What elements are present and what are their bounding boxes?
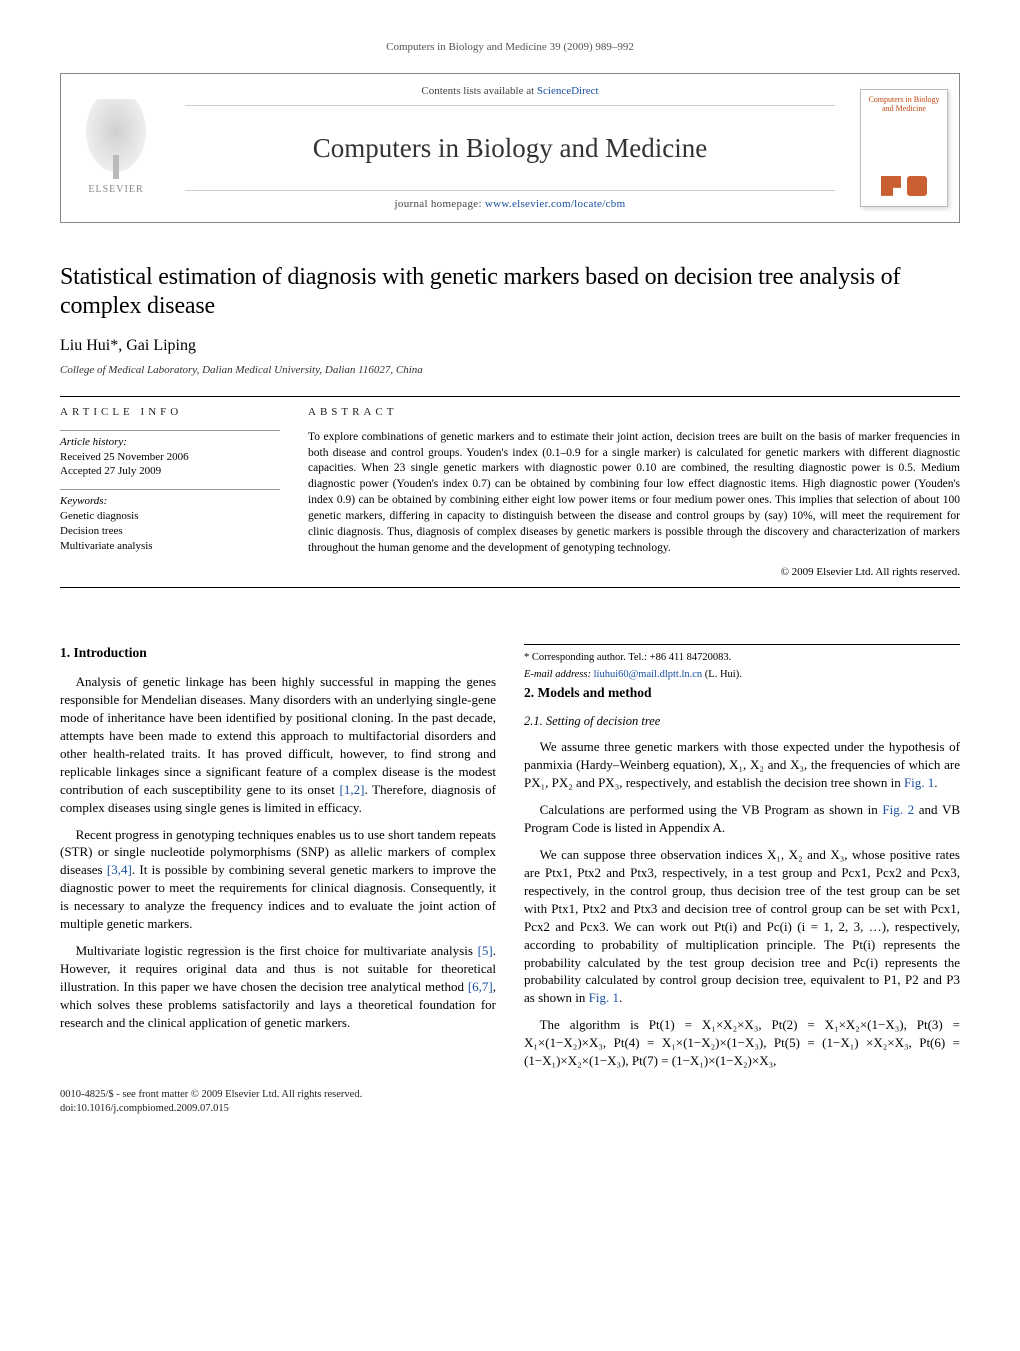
text-run: Multivariate logistic regression is the … — [76, 943, 478, 958]
body-paragraph: We can suppose three observation indices… — [524, 846, 960, 1007]
email-tail: (L. Hui). — [702, 669, 742, 680]
citation-link[interactable]: [5] — [478, 943, 493, 958]
corresponding-email-line: E-mail address: liuhui60@mail.dlptt.ln.c… — [524, 668, 960, 682]
elsevier-tree-icon — [81, 99, 151, 179]
citation-link[interactable]: [3,4] — [107, 862, 132, 877]
abstract-heading: ABSTRACT — [308, 405, 960, 420]
citation-link[interactable]: [6,7] — [468, 979, 493, 994]
citation-link[interactable]: [1,2] — [340, 782, 365, 797]
body-paragraph: Analysis of genetic linkage has been hig… — [60, 673, 496, 817]
received-date: Received 25 November 2006 — [60, 450, 280, 465]
figure-link[interactable]: Fig. 1 — [904, 775, 934, 790]
contents-lists-prefix: Contents lists available at — [421, 85, 536, 97]
journal-homepage-line: journal homepage: www.elsevier.com/locat… — [185, 190, 835, 212]
article-title: Statistical estimation of diagnosis with… — [60, 263, 960, 322]
text-run: We assume three genetic markers with tho… — [524, 739, 960, 790]
journal-masthead: ELSEVIER Contents lists available at Sci… — [60, 73, 960, 223]
keyword: Multivariate analysis — [60, 539, 280, 554]
corresponding-author-line: * Corresponding author. Tel.: +86 411 84… — [524, 651, 960, 665]
cover-glyph-icon — [881, 176, 901, 196]
info-abstract-row: ARTICLE INFO Article history: Received 2… — [60, 405, 960, 580]
divider — [60, 396, 960, 397]
article-history-label: Article history: — [60, 430, 280, 450]
abstract-text: To explore combinations of genetic marke… — [308, 430, 960, 557]
abstract-column: ABSTRACT To explore combinations of gene… — [308, 405, 960, 580]
body-paragraph: Calculations are performed using the VB … — [524, 801, 960, 837]
text-run: We can suppose three observation indices… — [524, 847, 960, 1006]
text-run: Calculations are performed using the VB … — [540, 802, 883, 817]
body-paragraph: The algorithm is Pt(1) = X₁×X₂×X₃, Pt(2)… — [524, 1016, 960, 1070]
article-info-column: ARTICLE INFO Article history: Received 2… — [60, 405, 280, 580]
article-history-block: Article history: Received 25 November 20… — [60, 430, 280, 480]
body-paragraph: Recent progress in genotyping techniques… — [60, 826, 496, 934]
keywords-block: Keywords: Genetic diagnosis Decision tre… — [60, 489, 280, 553]
author-email-link[interactable]: liuhui60@mail.dlptt.ln.cn — [594, 669, 703, 680]
figure-link[interactable]: Fig. 2 — [882, 802, 914, 817]
text-run: . — [934, 775, 937, 790]
publisher-name: ELSEVIER — [88, 183, 143, 197]
keywords-label: Keywords: — [60, 489, 280, 509]
section-1-heading: 1. Introduction — [60, 644, 496, 663]
doi-line: doi:10.1016/j.compbiomed.2009.07.015 — [60, 1102, 960, 1116]
section-2-heading: 2. Models and method — [524, 684, 960, 703]
sciencedirect-link[interactable]: ScienceDirect — [537, 85, 599, 97]
text-run: . — [619, 990, 622, 1005]
journal-title: Computers in Biology and Medicine — [185, 130, 835, 166]
running-head: Computers in Biology and Medicine 39 (20… — [60, 40, 960, 55]
body-paragraph: Multivariate logistic regression is the … — [60, 942, 496, 1032]
journal-cover-thumb: Computers in Biology and Medicine — [860, 89, 948, 207]
issn-line: 0010-4825/$ - see front matter © 2009 El… — [60, 1088, 960, 1102]
author-list: Liu Hui*, Gai Liping — [60, 335, 960, 357]
article-body: 1. Introduction Analysis of genetic link… — [60, 644, 960, 1070]
section-2-1-heading: 2.1. Setting of decision tree — [524, 713, 960, 730]
homepage-prefix: journal homepage: — [395, 198, 485, 210]
affiliation: College of Medical Laboratory, Dalian Me… — [60, 363, 960, 378]
publisher-logo-cell: ELSEVIER — [61, 74, 171, 222]
journal-homepage-link[interactable]: www.elsevier.com/locate/cbm — [485, 198, 626, 210]
abstract-copyright: © 2009 Elsevier Ltd. All rights reserved… — [308, 565, 960, 580]
journal-cover-cell: Computers in Biology and Medicine — [849, 74, 959, 222]
masthead-center: Contents lists available at ScienceDirec… — [171, 74, 849, 222]
accepted-date: Accepted 27 July 2009 — [60, 464, 280, 479]
corresponding-author-block: * Corresponding author. Tel.: +86 411 84… — [524, 644, 960, 682]
footer-meta: 0010-4825/$ - see front matter © 2009 El… — [60, 1088, 960, 1116]
cover-glyph-icon — [907, 176, 927, 196]
cover-title: Computers in Biology and Medicine — [861, 90, 947, 116]
body-paragraph: We assume three genetic markers with tho… — [524, 738, 960, 792]
figure-link[interactable]: Fig. 1 — [589, 990, 619, 1005]
contents-lists-line: Contents lists available at ScienceDirec… — [185, 84, 835, 106]
text-run: Analysis of genetic linkage has been hig… — [60, 674, 496, 797]
article-info-heading: ARTICLE INFO — [60, 405, 280, 420]
keyword: Decision trees — [60, 524, 280, 539]
cover-art — [881, 176, 927, 196]
divider — [60, 587, 960, 588]
keyword: Genetic diagnosis — [60, 509, 280, 524]
elsevier-logo: ELSEVIER — [71, 88, 161, 208]
email-label: E-mail address: — [524, 669, 594, 680]
